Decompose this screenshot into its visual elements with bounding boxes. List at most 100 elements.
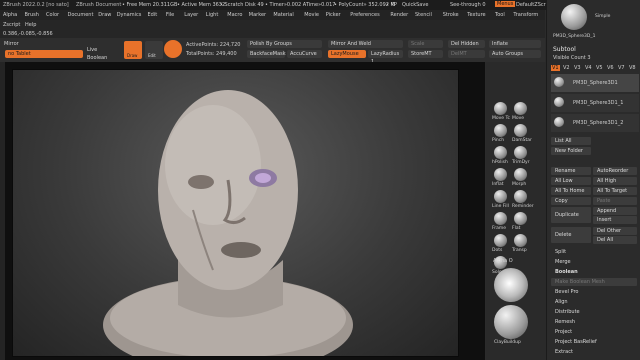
mirror-and-weld-button[interactable]: Mirror And Weld: [328, 40, 403, 48]
bevel-pro-section[interactable]: Bevel Pro: [551, 288, 637, 296]
brush-icon[interactable]: [514, 102, 527, 115]
quicksave-button[interactable]: QuickSave: [402, 2, 428, 8]
subtool-tab[interactable]: V6: [606, 65, 615, 71]
insert-button[interactable]: Insert: [593, 216, 637, 224]
menu-draw[interactable]: Draw: [98, 12, 111, 18]
subtool-item[interactable]: PM3D_Sphere3D1_2: [551, 114, 639, 132]
duplicate-button[interactable]: Duplicate: [551, 207, 591, 223]
split-button[interactable]: Split: [551, 248, 637, 256]
append-button[interactable]: Append: [593, 207, 637, 215]
delete-button[interactable]: Delete: [551, 227, 591, 243]
brush-icon[interactable]: [494, 212, 507, 225]
brush-icon[interactable]: [494, 234, 507, 247]
draw-button[interactable]: Draw: [124, 41, 142, 59]
project-basrelief-section[interactable]: Project BasRelief: [551, 338, 637, 346]
list-all-button[interactable]: List All: [551, 137, 591, 145]
subtool-tab[interactable]: V2: [562, 65, 571, 71]
del-hidden-button[interactable]: Del Hidden: [448, 40, 485, 48]
lazymouse-button[interactable]: LazyMouse: [328, 50, 366, 58]
brush-icon[interactable]: [494, 190, 507, 203]
project-section[interactable]: Project: [551, 328, 637, 336]
subtool-tab[interactable]: V4: [584, 65, 593, 71]
menu-macro[interactable]: Macro: [227, 12, 242, 18]
menu-alpha[interactable]: Alpha: [3, 12, 17, 18]
menu-stroke[interactable]: Stroke: [443, 12, 459, 18]
align-section[interactable]: Align: [551, 298, 637, 306]
menu-file[interactable]: File: [166, 12, 174, 18]
del-all-button[interactable]: Del All: [593, 236, 637, 244]
autoreorder-button[interactable]: AutoReorder: [593, 167, 637, 175]
subtool-tab[interactable]: V1: [551, 65, 560, 71]
merge-button[interactable]: Merge: [551, 258, 637, 266]
subtool-tab[interactable]: V3: [573, 65, 582, 71]
distribute-section[interactable]: Distribute: [551, 308, 637, 316]
auto-groups-button[interactable]: Auto Groups: [489, 50, 541, 58]
menu-document[interactable]: Document: [68, 12, 94, 18]
brush-icon[interactable]: [514, 190, 527, 203]
polish-by-groups-slider[interactable]: Polish By Groups: [247, 40, 322, 48]
menus-button[interactable]: Menus: [495, 1, 516, 7]
brush-icon[interactable]: [494, 168, 507, 181]
subtool-tab[interactable]: V8: [628, 65, 637, 71]
menu-tool[interactable]: Tool: [495, 12, 505, 18]
menu-color[interactable]: Color: [46, 12, 59, 18]
brush-icon[interactable]: [514, 146, 527, 159]
menu-stencil[interactable]: Stencil: [415, 12, 432, 18]
menu-transform[interactable]: Transform: [513, 12, 538, 18]
tablet-dropdown[interactable]: no Tablet: [5, 50, 83, 58]
brush-icon[interactable]: [494, 102, 507, 115]
menu-dynamics[interactable]: Dynamics: [117, 12, 142, 18]
copy-button[interactable]: Copy: [551, 197, 591, 205]
menu-movie[interactable]: Movie: [304, 12, 319, 18]
menu-layer[interactable]: Layer: [184, 12, 198, 18]
inflate-slider[interactable]: Inflate: [489, 40, 541, 48]
backface-mask-button[interactable]: BackfaceMask: [247, 50, 286, 58]
boolean-section[interactable]: Boolean: [551, 268, 637, 276]
scale-button[interactable]: Scale: [408, 40, 443, 48]
paste-button[interactable]: Paste: [593, 197, 637, 205]
make-boolean-mesh-button[interactable]: Make Boolean Mesh: [551, 278, 637, 286]
all-to-home-button[interactable]: All To Home: [551, 187, 591, 195]
all-low-button[interactable]: All Low: [551, 177, 591, 185]
menu-help[interactable]: Help: [25, 22, 36, 28]
del-other-button[interactable]: Del Other: [593, 227, 637, 235]
brush-icon[interactable]: [494, 124, 507, 137]
brush-icon[interactable]: [494, 146, 507, 159]
menu-edit[interactable]: Edit: [148, 12, 158, 18]
brush-icon[interactable]: [514, 212, 527, 225]
remesh-section[interactable]: Remesh: [551, 318, 637, 326]
subtool-item[interactable]: PM3D_Sphere3D1: [551, 74, 639, 92]
all-to-target-button[interactable]: All To Target: [593, 187, 637, 195]
rename-button[interactable]: Rename: [551, 167, 591, 175]
see-through-slider[interactable]: See-through 0: [450, 2, 486, 8]
storemt-button[interactable]: StoreMT: [408, 50, 443, 58]
live-boolean-button[interactable]: Live Boolean: [84, 46, 122, 61]
subtool-tab[interactable]: V5: [595, 65, 604, 71]
brush-icon[interactable]: [514, 124, 527, 137]
document-canvas[interactable]: [12, 69, 459, 360]
brush-icon[interactable]: [514, 234, 527, 247]
all-high-button[interactable]: All High: [593, 177, 637, 185]
edit-button[interactable]: Edit: [145, 41, 163, 59]
menu-preferences[interactable]: Preferences: [350, 12, 379, 18]
new-folder-button[interactable]: New Folder: [551, 147, 591, 155]
delmt-button[interactable]: DelMT: [448, 50, 485, 58]
menu-material[interactable]: Material: [273, 12, 293, 18]
material-thumbnail[interactable]: [494, 305, 528, 339]
menu-texture[interactable]: Texture: [467, 12, 485, 18]
menu-render[interactable]: Render: [390, 12, 408, 18]
lazyradius-slider[interactable]: LazyRadius 1: [368, 50, 403, 65]
menu-light[interactable]: Light: [206, 12, 218, 18]
menu-brush[interactable]: Brush: [25, 12, 39, 18]
subtool-item[interactable]: PM3D_Sphere3D1_1: [551, 94, 639, 112]
subtool-tab[interactable]: V7: [617, 65, 626, 71]
tool-thumbnail[interactable]: [561, 4, 587, 30]
brush-icon[interactable]: [514, 168, 527, 181]
accucurve-button[interactable]: AccuCurve: [287, 50, 322, 58]
alpha-thumbnail[interactable]: [494, 268, 528, 302]
menu-zscript[interactable]: Zscript: [3, 22, 20, 28]
extract-section[interactable]: Extract: [551, 348, 637, 356]
menu-picker[interactable]: Picker: [326, 12, 341, 18]
menu-marker[interactable]: Marker: [249, 12, 266, 18]
draw-size-icon[interactable]: [164, 40, 182, 58]
